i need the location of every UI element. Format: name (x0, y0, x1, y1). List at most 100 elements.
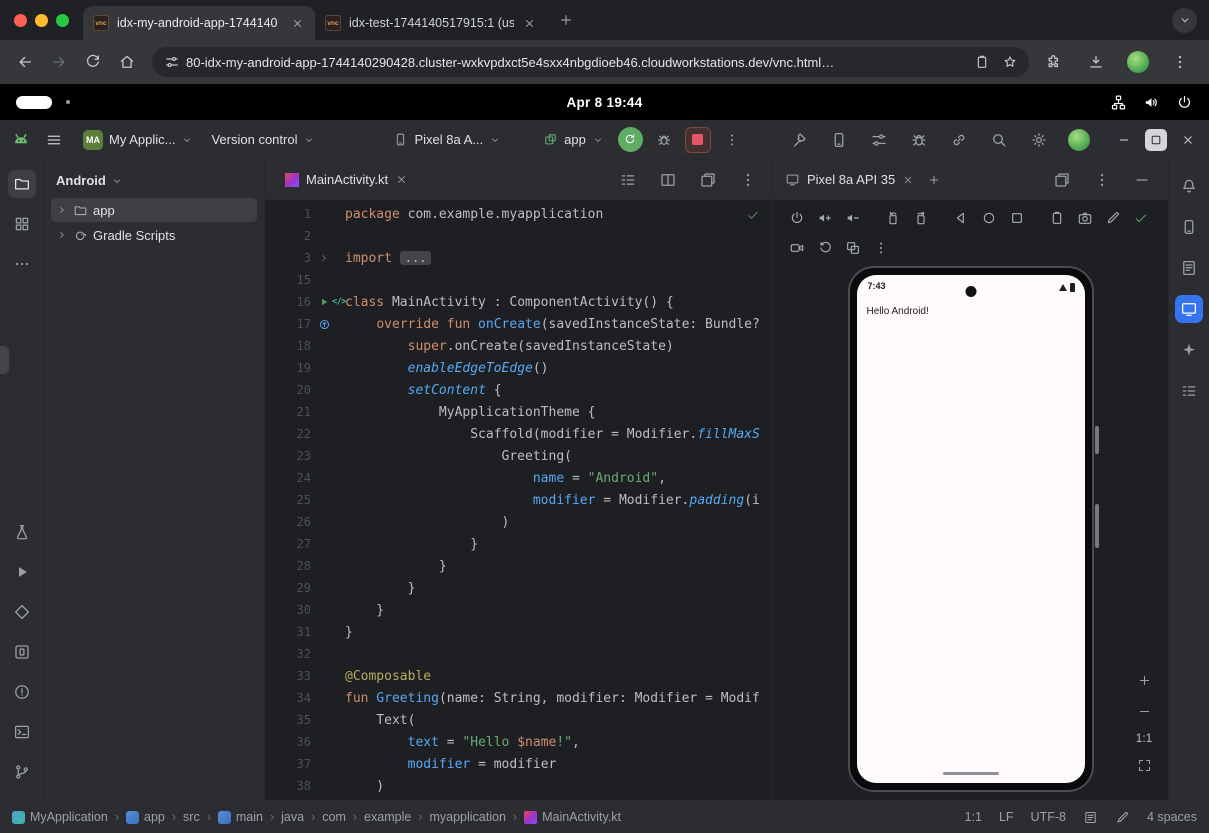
screen-record-button[interactable] (785, 236, 809, 260)
close-button[interactable] (1177, 129, 1199, 151)
indent-setting[interactable]: 4 spaces (1147, 810, 1197, 824)
close-window-button[interactable] (14, 14, 27, 27)
project-tool-icon[interactable] (8, 170, 36, 198)
fold-region-icon[interactable] (318, 252, 330, 264)
breadcrumb-item[interactable]: java (281, 810, 304, 824)
power-icon[interactable] (1176, 94, 1193, 111)
bookmark-star-icon[interactable] (997, 49, 1023, 75)
navigation-handle[interactable] (943, 772, 999, 775)
volume-down-button[interactable] (841, 206, 865, 230)
project-widget[interactable]: MA My Applic... (76, 127, 200, 153)
app-quality-insights-icon[interactable] (8, 518, 36, 546)
run-configuration-selector[interactable]: app (536, 129, 611, 150)
device-ready-icon[interactable] (1129, 206, 1153, 230)
debug-button[interactable] (650, 126, 678, 154)
search-everywhere-icon[interactable] (985, 126, 1013, 154)
tool-window-drag-handle[interactable] (0, 346, 9, 374)
code-line[interactable]: 21 MyApplicationTheme { (265, 401, 772, 423)
code-line[interactable]: 16</>class MainActivity : ComponentActiv… (265, 291, 772, 313)
code-line[interactable]: 18 super.onCreate(savedInstanceState) (265, 335, 772, 357)
breadcrumb-item[interactable]: app (126, 810, 165, 824)
zoom-level-label[interactable]: 1:1 (1136, 731, 1153, 745)
user-avatar[interactable] (1065, 126, 1093, 154)
project-tree-item-gradle-scripts[interactable]: Gradle Scripts (51, 223, 257, 247)
android-home-button[interactable] (977, 206, 1001, 230)
screen-reader-icon[interactable] (1083, 810, 1098, 825)
code-line[interactable]: 36 text = "Hello $name!", (265, 731, 772, 753)
breadcrumb-item[interactable]: com (322, 810, 346, 824)
code-line[interactable]: 28 } (265, 555, 772, 577)
zoom-to-fit-button[interactable] (1133, 754, 1155, 776)
code-line[interactable]: 34fun Greeting(name: String, modifier: M… (265, 687, 772, 709)
panel-options-icon[interactable] (1088, 166, 1116, 194)
close-tab-icon[interactable] (395, 173, 408, 186)
expand-chevron-icon[interactable] (56, 229, 68, 241)
rotate-right-button[interactable] (909, 206, 933, 230)
browser-menu-button[interactable] (1165, 47, 1195, 77)
code-line[interactable]: 2 (265, 225, 772, 247)
minimize-button[interactable] (1113, 129, 1135, 151)
split-editor-icon[interactable] (654, 166, 682, 194)
reload-button[interactable] (78, 47, 108, 77)
compose-preview-icon[interactable]: </> (332, 297, 346, 307)
device-manager-tool-icon[interactable] (8, 638, 36, 666)
panel-layout-icon[interactable] (1048, 166, 1076, 194)
running-devices-icon[interactable] (1175, 295, 1203, 323)
browser-tab[interactable]: vncidx-test-1744140517915:1 (us (315, 6, 547, 40)
reading-list-icon[interactable] (969, 49, 995, 75)
zoom-window-button[interactable] (56, 14, 69, 27)
run-tool-icon[interactable] (8, 558, 36, 586)
inspections-status-icon[interactable] (746, 208, 760, 222)
open-in-window-icon[interactable] (694, 166, 722, 194)
code-line[interactable]: 15 (265, 269, 772, 291)
line-separator[interactable]: LF (999, 810, 1014, 824)
breadcrumb-item[interactable]: myapplication (429, 810, 505, 824)
vcs-widget[interactable]: Version control (204, 129, 322, 150)
device-selector[interactable]: Pixel 8a A... (386, 129, 508, 150)
hardware-input-button[interactable] (1101, 206, 1125, 230)
editor-options-icon[interactable] (734, 166, 762, 194)
android-back-button[interactable] (949, 206, 973, 230)
network-icon[interactable] (1110, 94, 1127, 111)
code-line[interactable]: 27 } (265, 533, 772, 555)
overrides-marker-icon[interactable] (318, 318, 331, 331)
rerun-button[interactable] (618, 127, 643, 152)
desktop-clock[interactable]: Apr 8 19:44 (0, 95, 1209, 110)
hide-panel-icon[interactable] (1128, 166, 1156, 194)
close-device-tab-icon[interactable] (902, 174, 914, 186)
downloads-icon[interactable] (1081, 47, 1111, 77)
breadcrumb-item[interactable]: example (364, 810, 411, 824)
resource-manager-icon[interactable] (8, 210, 36, 238)
code-line[interactable]: 20 setContent { (265, 379, 772, 401)
display-mode-button[interactable] (841, 236, 865, 260)
address-bar[interactable]: 80-idx-my-android-app-1744140290428.clus… (152, 47, 1029, 77)
terminal-icon[interactable] (8, 718, 36, 746)
code-line[interactable]: 37 modifier = modifier (265, 753, 772, 775)
volume-up-button[interactable] (813, 206, 837, 230)
volume-icon[interactable] (1143, 94, 1160, 111)
code-line[interactable]: 22 Scaffold(modifier = Modifier.fillMaxS (265, 423, 772, 445)
build-variants-icon[interactable] (865, 126, 893, 154)
more-tool-windows-icon[interactable] (8, 250, 36, 278)
stop-button[interactable] (685, 127, 711, 153)
project-tree-item-app[interactable]: app (51, 198, 257, 222)
profile-avatar[interactable] (1123, 47, 1153, 77)
run-gutter-icon[interactable] (318, 296, 330, 308)
site-info-icon[interactable] (164, 54, 180, 70)
minimize-window-button[interactable] (35, 14, 48, 27)
code-line[interactable]: 32 (265, 643, 772, 665)
zoom-in-button[interactable] (1133, 669, 1155, 691)
expand-chevron-icon[interactable] (56, 204, 68, 216)
zoom-out-button[interactable] (1133, 700, 1155, 722)
file-writable-icon[interactable] (1115, 810, 1130, 825)
settings-icon[interactable] (1025, 126, 1053, 154)
code-line[interactable]: 38 ) (265, 775, 772, 797)
breadcrumb-item[interactable]: src (183, 810, 200, 824)
tab-search-button[interactable] (1172, 8, 1197, 33)
reset-view-button[interactable] (813, 236, 837, 260)
code-line[interactable]: 33@Composable (265, 665, 772, 687)
main-menu-button[interactable] (40, 126, 68, 154)
breadcrumb-item[interactable]: main (218, 810, 263, 824)
back-button[interactable] (10, 47, 40, 77)
device-manager-icon[interactable] (825, 126, 853, 154)
